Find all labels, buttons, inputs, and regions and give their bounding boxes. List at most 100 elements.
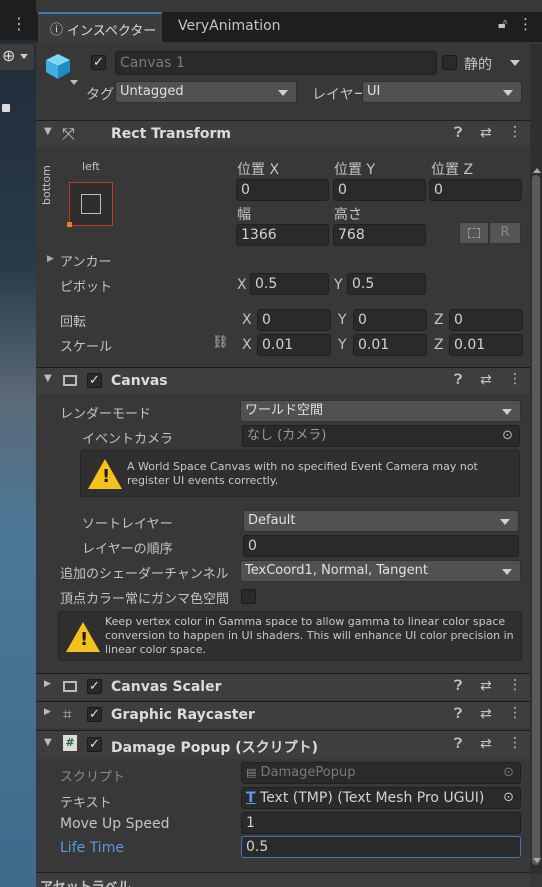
rot-z-axis-label: Z [434,312,444,328]
text-value: Text (TMP) (Text Mesh Pro UGUI) [260,790,485,806]
layer-value: UI [367,84,381,99]
script-value: DamagePopup [260,765,356,780]
object-name-field[interactable]: Canvas 1 [115,51,437,75]
expand-arrow-icon[interactable]: ▶ [44,707,51,717]
object-picker-icon[interactable]: ⊙ [502,426,513,446]
canvas-header[interactable]: ▼ ✓ Canvas ❓︎ ⇄ ⋮ [36,367,530,394]
chevron-down-icon [500,519,510,525]
rot-x-field[interactable]: 0 [257,309,331,331]
scene-view-strip [0,0,36,887]
pivot-y-field[interactable]: 0.5 [347,273,426,295]
blueprint-mode-button[interactable] [459,222,489,244]
rotation-label: 回転 [60,315,87,330]
vertex-color-gamma-label: 頂点カラー常にガンマ色空間 [60,592,230,607]
scroll-down-icon[interactable] [533,858,541,863]
more-options-icon[interactable]: ⋮ [518,15,533,33]
asset-labels-bar[interactable]: アセットラベル [36,872,530,887]
presets-icon[interactable]: ⇄ [480,372,492,388]
warning-message: Keep vertex color in Gamma space to allo… [105,615,514,656]
static-checkbox[interactable] [442,55,457,70]
pos-y-field[interactable]: 0 [333,179,426,201]
chevron-down-icon [502,569,512,575]
anchor-point-icon [67,222,72,227]
active-checkbox[interactable]: ✓ [91,55,106,70]
width-label: 幅 [237,207,251,223]
help-icon[interactable]: ❓︎ [454,736,462,752]
layer-dropdown[interactable]: UI [362,81,522,103]
collapse-arrow-icon[interactable]: ▼ [44,373,52,384]
presets-icon[interactable]: ⇄ [480,736,492,752]
gameobject-cube-icon [44,52,72,84]
scale-z-axis-label: Z [434,337,444,353]
more-options-icon[interactable]: ⋮ [508,735,522,751]
anchor-rect-icon [81,194,101,214]
scale-z-field[interactable]: 0.01 [449,334,523,356]
rot-y-axis-label: Y [338,312,347,328]
rot-y-field[interactable]: 0 [353,309,427,331]
damage-popup-enabled-checkbox[interactable]: ✓ [87,737,102,752]
script-field: ▤ DamagePopup ⊙ [241,762,521,784]
vertex-color-gamma-checkbox[interactable] [241,589,256,604]
text-object-field[interactable]: T Text (TMP) (Text Mesh Pro UGUI) ⊙ [241,787,521,809]
help-icon[interactable]: ❓︎ [454,678,462,694]
presets-icon[interactable]: ⇄ [480,678,492,694]
canvas-scaler-enabled-checkbox[interactable]: ✓ [87,679,102,694]
help-icon[interactable]: ❓︎ [454,706,462,722]
render-mode-dropdown[interactable]: ワールド空間 [240,400,521,422]
order-in-layer-field[interactable]: 0 [243,535,519,557]
more-options-icon[interactable]: ⋮ [508,124,522,140]
event-camera-field[interactable]: なし (カメラ) ⊙ [242,425,520,447]
more-options-icon[interactable]: ⋮ [508,371,522,387]
asset-labels-title: アセットラベル [40,876,131,887]
collapse-arrow-icon[interactable]: ▼ [44,126,52,137]
rot-z-field[interactable]: 0 [449,309,523,331]
height-field[interactable]: 768 [333,224,426,246]
help-icon[interactable]: ❓︎ [454,125,462,141]
pivot-x-field[interactable]: 0.5 [250,273,329,295]
more-options-icon[interactable]: ⋮ [508,677,522,693]
move-up-speed-field[interactable]: 1 [241,812,521,834]
rect-transform-header[interactable]: ▼ ⤧ Rect Transform ❓︎ ⇄ ⋮ [36,120,530,147]
expand-arrow-icon[interactable]: ▶ [44,679,51,689]
constrain-proportions-icon[interactable]: ⛓ [212,335,229,350]
tab-inspector[interactable]: ⓘ インスペクター [38,12,162,42]
scrollbar-thumb[interactable] [532,175,540,865]
canvas-scaler-header[interactable]: ▶ ✓ Canvas Scaler ❓︎ ⇄ ⋮ [36,673,530,700]
object-picker-icon: ⊙ [503,765,514,780]
more-options-icon[interactable]: ⋮ [508,705,522,721]
damage-popup-header[interactable]: ▼ # ✓ Damage Popup (スクリプト) ❓︎ ⇄ ⋮ [36,730,530,759]
text-label: テキスト [60,796,112,811]
collapse-arrow-icon[interactable]: ▼ [44,737,52,748]
presets-icon[interactable]: ⇄ [480,706,492,722]
anchor-label[interactable]: アンカー [60,251,111,270]
canvas-enabled-checkbox[interactable]: ✓ [87,373,102,388]
scale-x-field[interactable]: 0.01 [257,334,331,356]
pos-z-field[interactable]: 0 [429,179,522,201]
static-dropdown-icon[interactable] [510,60,520,66]
raw-edit-button[interactable]: R [489,222,521,244]
graphic-raycaster-enabled-checkbox[interactable]: ✓ [87,707,102,722]
object-picker-icon[interactable]: ⊙ [503,788,514,808]
scale-y-field[interactable]: 0.01 [353,334,427,356]
chevron-down-icon[interactable] [70,80,78,85]
life-time-field[interactable]: 0.5 [241,836,521,858]
height-label: 高さ [334,207,362,223]
warning-icon-mark: ! [80,629,89,650]
shader-channels-dropdown[interactable]: TexCoord1, Normal, Tangent [240,560,521,582]
presets-icon[interactable]: ⇄ [480,125,492,141]
help-icon[interactable]: ❓︎ [454,372,462,388]
lock-icon[interactable]: 🔓︎ [498,16,507,32]
more-options-icon[interactable]: ⋮ [11,14,27,33]
tab-very-animation[interactable]: VeryAnimation [178,18,281,34]
width-field[interactable]: 1366 [236,224,329,246]
sorting-layer-dropdown[interactable]: Default [243,510,519,532]
pos-x-field[interactable]: 0 [236,179,329,201]
gizmo-tool-button[interactable]: ⊕ [0,44,34,70]
info-icon: ⓘ [50,23,64,38]
graphic-raycaster-header[interactable]: ▶ ⌗ ✓ Graphic Raycaster ❓︎ ⇄ ⋮ [36,701,530,728]
anchor-preset-button[interactable] [67,182,113,227]
scroll-up-icon[interactable] [533,168,541,173]
tag-label: タグ [86,87,114,103]
tag-dropdown[interactable]: Untagged [115,81,297,103]
expand-arrow-icon[interactable]: ▶ [47,254,54,264]
